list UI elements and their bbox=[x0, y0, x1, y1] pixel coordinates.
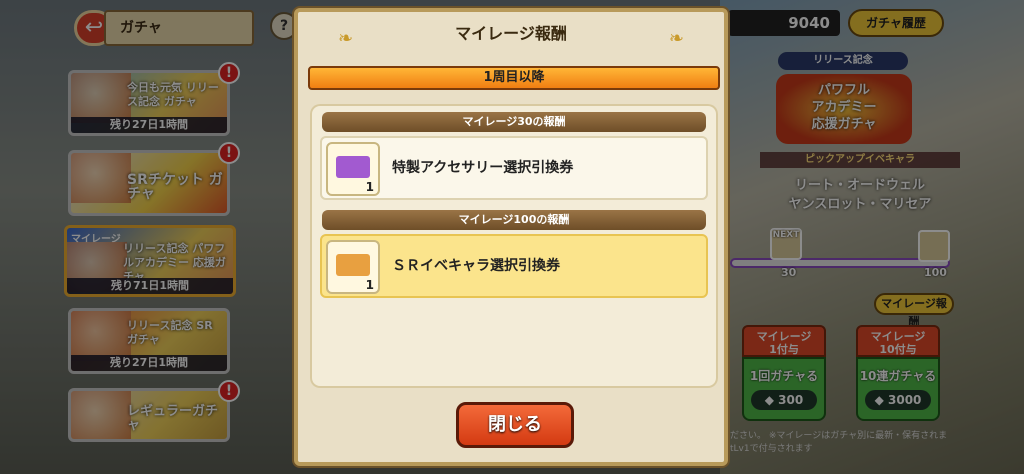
ticket-icon: 1 bbox=[326, 142, 380, 196]
reward-count: 1 bbox=[365, 180, 374, 194]
ornament-left-icon: ❧ bbox=[338, 28, 354, 49]
ticket-icon: 1 bbox=[326, 240, 380, 294]
close-button[interactable]: 閉じる bbox=[456, 402, 574, 448]
reward-name: ＳＲイベキャラ選択引換券 bbox=[392, 258, 560, 274]
ornament-right-icon: ❧ bbox=[668, 28, 684, 49]
modal-title: マイレージ報酬 bbox=[455, 24, 567, 43]
reward-item[interactable]: 1 ＳＲイベキャラ選択引換券 bbox=[320, 234, 708, 298]
section-header: マイレージ100の報酬 bbox=[322, 210, 706, 230]
reward-list-panel: マイレージ30の報酬 1 特製アクセサリー選択引換券 マイレージ100の報酬 1… bbox=[310, 104, 718, 388]
modal-subtitle: 1周目以降 bbox=[308, 66, 720, 90]
reward-count: 1 bbox=[365, 278, 374, 292]
mileage-reward-modal: ❧ マイレージ報酬 ❧ 1周目以降 マイレージ30の報酬 1 特製アクセサリー選… bbox=[294, 8, 728, 466]
accessory-ticket-icon bbox=[336, 156, 370, 178]
sr-character-ticket-icon bbox=[336, 254, 370, 276]
reward-item[interactable]: 1 特製アクセサリー選択引換券 bbox=[320, 136, 708, 200]
section-header: マイレージ30の報酬 bbox=[322, 112, 706, 132]
reward-name: 特製アクセサリー選択引換券 bbox=[392, 160, 574, 176]
